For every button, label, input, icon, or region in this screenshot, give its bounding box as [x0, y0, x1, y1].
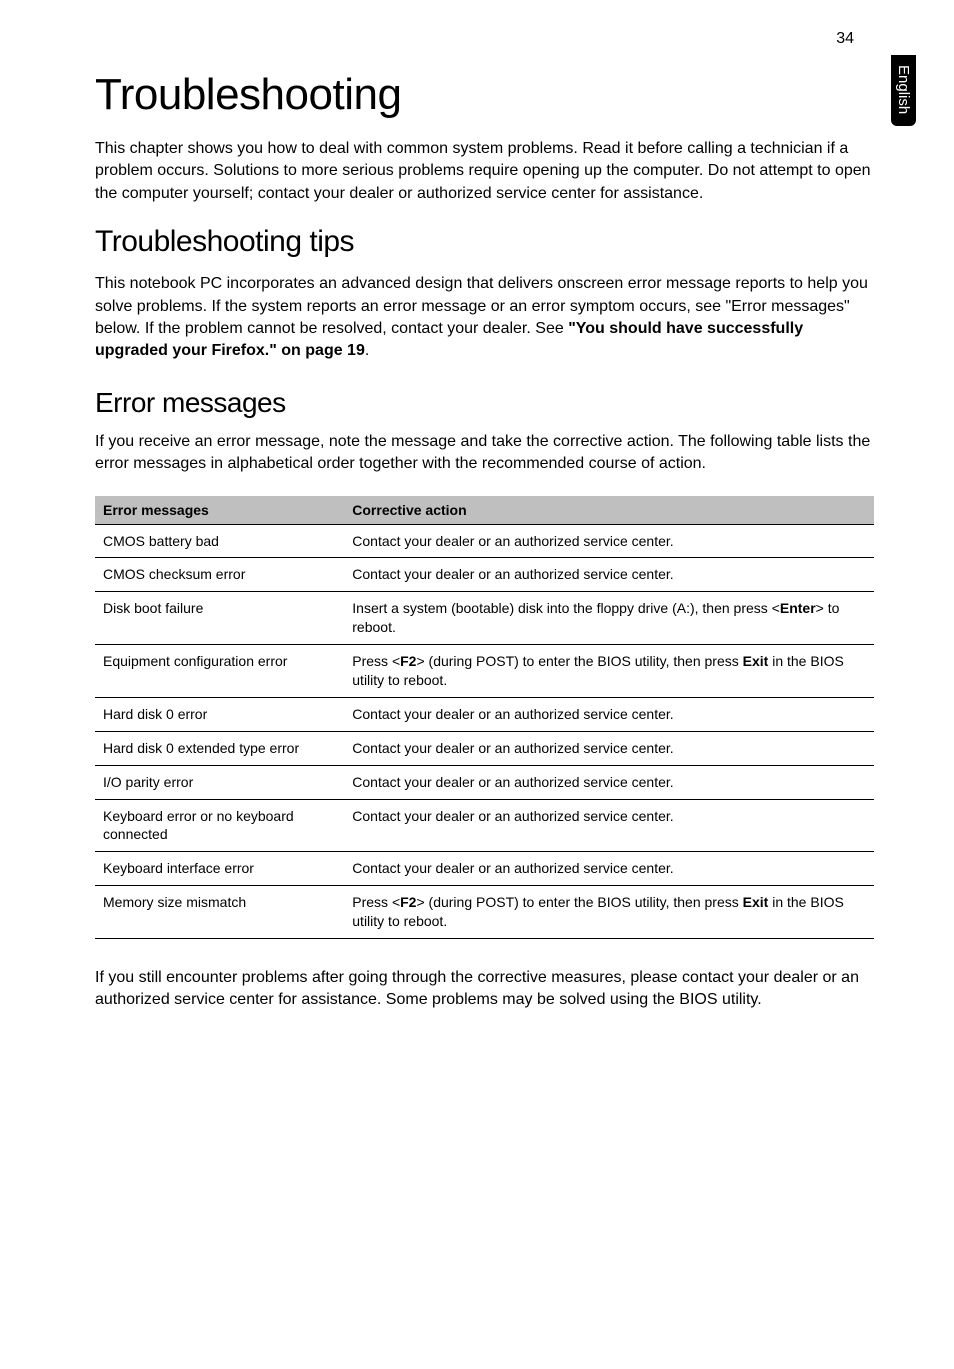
language-tab: English [891, 55, 916, 126]
table-row: Hard disk 0 error Contact your dealer or … [95, 697, 874, 731]
error-message-cell: Keyboard error or no keyboard connected [95, 799, 344, 852]
action-text: Contact your dealer or an authorized ser… [352, 774, 673, 790]
corrective-action-cell: Contact your dealer or an authorized ser… [344, 765, 874, 799]
error-heading: Error messages [95, 387, 874, 419]
error-message-cell: Equipment configuration error [95, 645, 344, 698]
corrective-action-cell: Press <F2> (during POST) to enter the BI… [344, 645, 874, 698]
action-text: Contact your dealer or an authorized ser… [352, 808, 673, 824]
corrective-action-cell: Contact your dealer or an authorized ser… [344, 524, 874, 558]
error-message-cell: CMOS checksum error [95, 558, 344, 592]
corrective-action-cell: Contact your dealer or an authorized ser… [344, 852, 874, 886]
action-key: Exit [743, 894, 769, 910]
corrective-action-cell: Contact your dealer or an authorized ser… [344, 558, 874, 592]
error-messages-table: Error messages Corrective action CMOS ba… [95, 496, 874, 939]
error-message-cell: Keyboard interface error [95, 852, 344, 886]
corrective-action-cell: Contact your dealer or an authorized ser… [344, 731, 874, 765]
action-text: Press < [352, 653, 400, 669]
footer-paragraph: If you still encounter problems after go… [95, 967, 874, 1012]
tips-heading: Troubleshooting tips [95, 225, 874, 259]
error-paragraph: If you receive an error message, note th… [95, 431, 874, 476]
action-text: Insert a system (bootable) disk into the… [352, 600, 780, 616]
error-message-cell: CMOS battery bad [95, 524, 344, 558]
tips-paragraph: This notebook PC incorporates an advance… [95, 273, 874, 363]
table-body: CMOS battery bad Contact your dealer or a… [95, 524, 874, 938]
table-row: Keyboard error or no keyboard connected C… [95, 799, 874, 852]
error-message-cell: I/O parity error [95, 765, 344, 799]
corrective-action-cell: Press <F2> (during POST) to enter the BI… [344, 886, 874, 939]
table-row: Memory size mismatchPress <F2> (during P… [95, 886, 874, 939]
table-row: CMOS battery bad Contact your dealer or a… [95, 524, 874, 558]
page-number: 34 [836, 30, 854, 48]
table-header-error: Error messages [95, 496, 344, 525]
action-key: Exit [743, 653, 769, 669]
action-text: Press < [352, 894, 400, 910]
table-header-row: Error messages Corrective action [95, 496, 874, 525]
error-message-cell: Hard disk 0 extended type error [95, 731, 344, 765]
table-row: Disk boot failure Insert a system (bootab… [95, 592, 874, 645]
action-key: Enter [780, 600, 816, 616]
action-text: Contact your dealer or an authorized ser… [352, 533, 673, 549]
corrective-action-cell: Insert a system (bootable) disk into the… [344, 592, 874, 645]
table-row: I/O parity error Contact your dealer or a… [95, 765, 874, 799]
action-key: F2 [400, 653, 416, 669]
table-row: CMOS checksum error Contact your dealer o… [95, 558, 874, 592]
action-text: Contact your dealer or an authorized ser… [352, 860, 673, 876]
error-message-cell: Memory size mismatch [95, 886, 344, 939]
action-text: > (during POST) to enter the BIOS utilit… [416, 894, 742, 910]
error-message-cell: Disk boot failure [95, 592, 344, 645]
table-row: Equipment configuration errorPress <F2> … [95, 645, 874, 698]
tips-text-post: . [365, 342, 369, 359]
action-text: > (during POST) to enter the BIOS utilit… [416, 653, 742, 669]
table-header-action: Corrective action [344, 496, 874, 525]
corrective-action-cell: Contact your dealer or an authorized ser… [344, 697, 874, 731]
action-key: F2 [400, 894, 416, 910]
table-row: Keyboard interface error Contact your dea… [95, 852, 874, 886]
action-text: Contact your dealer or an authorized ser… [352, 706, 673, 722]
table-row: Hard disk 0 extended type error Contact y… [95, 731, 874, 765]
action-text: Contact your dealer or an authorized ser… [352, 566, 673, 582]
intro-paragraph: This chapter shows you how to deal with … [95, 138, 874, 205]
page-title: Troubleshooting [95, 70, 874, 120]
corrective-action-cell: Contact your dealer or an authorized ser… [344, 799, 874, 852]
action-text: Contact your dealer or an authorized ser… [352, 740, 673, 756]
error-message-cell: Hard disk 0 error [95, 697, 344, 731]
